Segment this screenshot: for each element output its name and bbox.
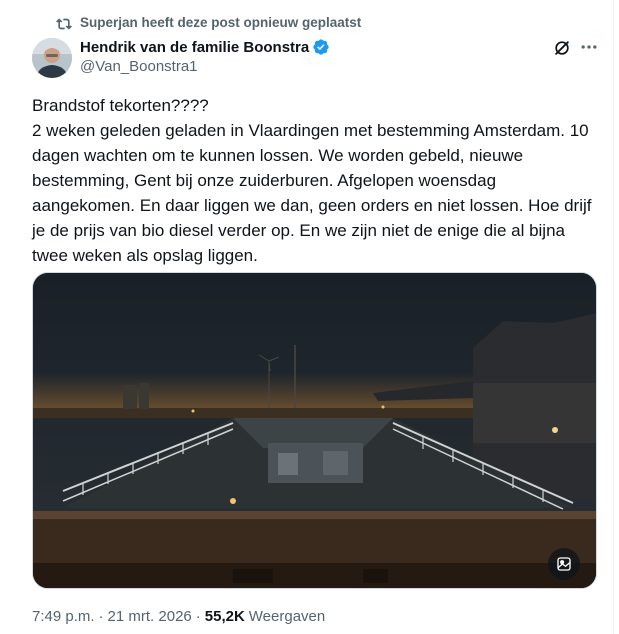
post-date[interactable]: 21 mrt. 2026: [108, 608, 192, 625]
meta-separator: ·: [195, 608, 201, 625]
post-meta: 7:49 p.m. · 21 mrt. 2026 · 55,2K Weergav…: [32, 608, 325, 625]
verified-badge-icon[interactable]: [312, 38, 330, 56]
author-display-name[interactable]: Hendrik van de familie Boonstra: [80, 39, 309, 56]
repost-label[interactable]: Superjan heeft deze post opnieuw geplaat…: [80, 15, 361, 30]
post-text: Brandstof tekorten???? 2 weken geleden g…: [32, 96, 592, 265]
more-options-icon[interactable]: [578, 36, 600, 58]
image-alt-icon[interactable]: [548, 548, 580, 580]
grok-icon[interactable]: [552, 38, 572, 58]
repost-context[interactable]: Superjan heeft deze post opnieuw geplaat…: [80, 15, 361, 30]
avatar[interactable]: [32, 38, 72, 78]
author-name-row: Hendrik van de familie Boonstra: [80, 38, 330, 56]
post-time[interactable]: 7:49 p.m.: [32, 608, 95, 625]
author-handle[interactable]: @Van_Boonstra1: [80, 58, 198, 75]
views-count[interactable]: 55,2K: [205, 608, 245, 625]
views-label: Weergaven: [248, 608, 326, 625]
meta-separator: ·: [98, 608, 104, 625]
post-image[interactable]: [32, 272, 597, 589]
repost-icon: [56, 16, 72, 32]
post-container: Superjan heeft deze post opnieuw geplaat…: [0, 0, 614, 634]
